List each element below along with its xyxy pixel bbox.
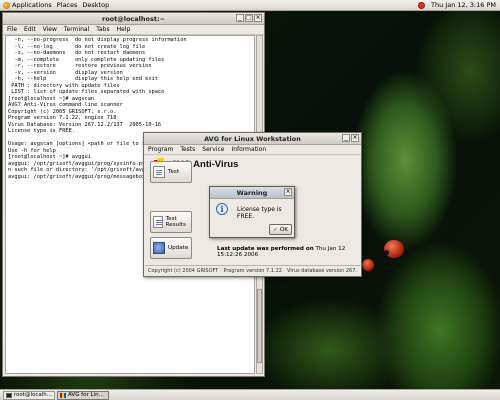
close-button[interactable]: × <box>254 14 262 22</box>
terminal-menubar: File Edit View Terminal Tabs Help <box>3 25 264 35</box>
update-icon <box>153 242 165 254</box>
status-copyright: Copyright (c) 2004 GRISOFT <box>148 267 219 274</box>
status-program-version: Program version 7.1.22 <box>223 267 282 274</box>
taskbar-avg[interactable]: AVG for Lin... <box>57 390 109 400</box>
test-button[interactable]: Test <box>150 161 192 183</box>
menu-help[interactable]: Help <box>117 26 131 33</box>
warning-message: License type is FREE. <box>237 206 282 220</box>
minimize-button[interactable]: _ <box>236 14 244 22</box>
test-results-label: Test Results <box>165 216 186 228</box>
avg-close-button[interactable]: × <box>351 134 359 142</box>
power-icon[interactable] <box>418 1 426 9</box>
avg-menubar: Program Tests Service Information <box>144 145 361 155</box>
ok-button[interactable]: ✓ OK <box>269 224 292 235</box>
taskbar-avg-label: AVG for Lin... <box>68 392 104 398</box>
test-results-button[interactable]: Test Results <box>150 211 192 233</box>
menu-file[interactable]: File <box>7 26 17 33</box>
applications-icon <box>3 1 10 9</box>
avg-menu-tests[interactable]: Tests <box>180 146 195 153</box>
terminal-title: root@localhost:~ <box>101 14 166 23</box>
places-menu[interactable]: Places <box>57 1 78 9</box>
desktop-menu[interactable]: Desktop <box>82 1 109 9</box>
warning-title: Warning <box>236 188 268 197</box>
terminal-titlebar[interactable]: root@localhost:~ _ □ × <box>3 13 264 25</box>
top-panel: Applications Places Desktop Thu Jan 12, … <box>0 0 500 11</box>
ladybug-2 <box>362 259 374 271</box>
menu-tabs[interactable]: Tabs <box>96 26 109 33</box>
taskbar-terminal[interactable]: root@localh... <box>3 390 55 400</box>
scrollbar-thumb[interactable] <box>257 288 262 363</box>
ladybug-1-head <box>384 250 389 255</box>
menu-terminal[interactable]: Terminal <box>64 26 89 33</box>
status-virus-db: Virus database version 267. <box>287 267 357 274</box>
test-results-icon <box>153 216 163 228</box>
menu-edit[interactable]: Edit <box>24 26 36 33</box>
ok-label: OK <box>279 226 288 233</box>
warning-titlebar[interactable]: Warning × <box>210 187 294 199</box>
update-button[interactable]: Update <box>150 237 192 259</box>
avg-titlebar[interactable]: AVG for Linux Workstation _ × <box>144 133 361 145</box>
avg-menu-information[interactable]: Information <box>231 146 266 153</box>
avg-icon <box>60 392 66 398</box>
last-update-text: Last update was performed on Thu Jan 12 … <box>217 246 361 258</box>
panel-clock[interactable]: Thu Jan 12, 3:16 PM <box>431 1 496 9</box>
avg-minimize-button[interactable]: _ <box>342 134 350 142</box>
warning-close-button[interactable]: × <box>284 188 292 196</box>
check-icon: ✓ <box>273 226 278 233</box>
test-icon <box>153 166 165 178</box>
applications-menu[interactable]: Applications <box>3 1 52 9</box>
avg-title: AVG for Linux Workstation <box>204 134 301 143</box>
avg-menu-program[interactable]: Program <box>148 146 173 153</box>
terminal-icon <box>6 392 12 398</box>
update-label: Update <box>168 245 189 251</box>
taskbar-terminal-label: root@localh... <box>13 392 52 398</box>
avg-menu-service[interactable]: Service <box>202 146 224 153</box>
maximize-button[interactable]: □ <box>245 14 253 22</box>
menu-view[interactable]: View <box>43 26 57 33</box>
test-label: Test <box>168 169 180 175</box>
avg-status-bar: Copyright (c) 2004 GRISOFT Program versi… <box>145 265 360 275</box>
bottom-panel: root@localh... AVG for Lin... <box>0 389 500 400</box>
info-icon: i <box>216 203 228 215</box>
warning-dialog: Warning × i License type is FREE. ✓ OK <box>209 186 295 238</box>
ladybug-1 <box>384 240 404 258</box>
